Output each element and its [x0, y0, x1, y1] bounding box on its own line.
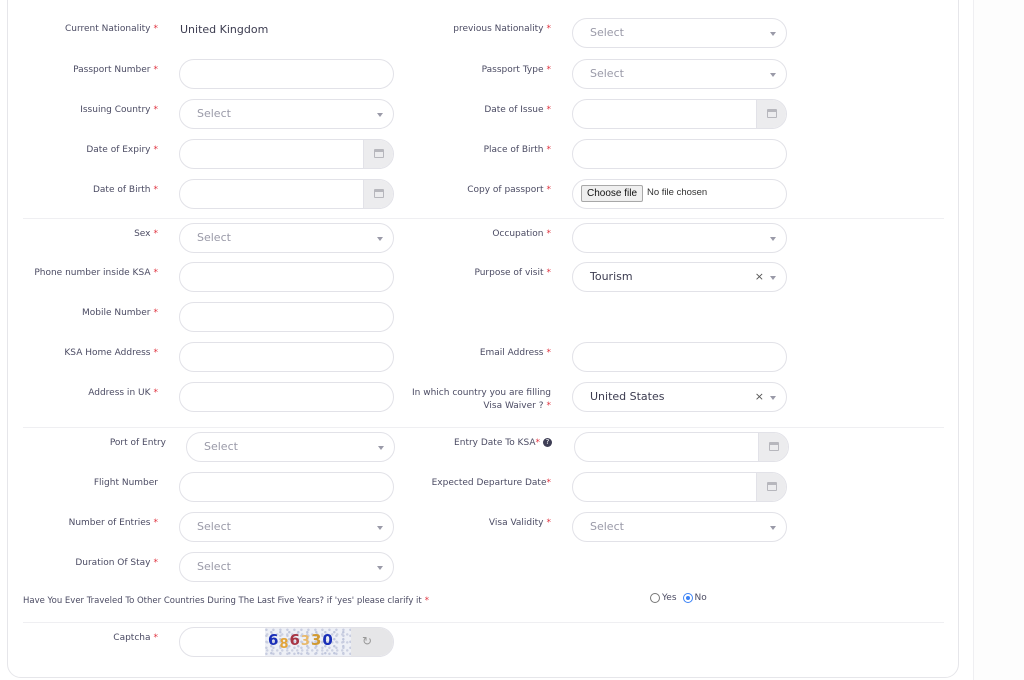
issuing-country-label: Issuing Country *	[80, 105, 158, 115]
clear-icon[interactable]: ×	[755, 270, 764, 283]
chevron-down-icon	[770, 73, 776, 77]
chevron-down-icon	[377, 237, 383, 241]
travel-question-radio-group: Yes No	[650, 593, 713, 603]
help-icon[interactable]: ?	[543, 438, 552, 447]
passport-type-label: Passport Type *	[481, 65, 551, 75]
port-of-entry-select[interactable]: Select	[186, 432, 395, 462]
expected-departure-input[interactable]	[572, 472, 787, 502]
place-of-birth-input[interactable]	[572, 139, 787, 169]
number-of-entries-select[interactable]: Select	[179, 512, 394, 542]
visa-validity-label: Visa Validity *	[488, 518, 551, 528]
chevron-down-icon	[770, 396, 776, 400]
occupation-select[interactable]	[572, 223, 787, 253]
mobile-number-label: Mobile Number *	[81, 308, 158, 318]
flight-number-input[interactable]	[179, 472, 394, 502]
visa-validity-select[interactable]: Select	[572, 512, 787, 542]
purpose-of-visit-select[interactable]: Tourism ×	[572, 262, 787, 292]
calendar-button[interactable]	[363, 180, 393, 208]
refresh-icon: ↻	[362, 634, 373, 648]
date-of-issue-label: Date of Issue *	[484, 105, 551, 115]
address-uk-label: Address in UK *	[88, 388, 158, 398]
date-of-expiry-label: Date of Expiry *	[86, 145, 158, 155]
address-uk-input[interactable]	[179, 382, 394, 412]
issuing-country-select[interactable]: Select	[179, 99, 394, 129]
passport-type-select[interactable]: Select	[572, 59, 787, 89]
captcha-image: 686330	[265, 628, 351, 656]
occupation-label: Occupation *	[492, 229, 551, 239]
section-divider	[23, 427, 944, 428]
phone-ksa-input[interactable]	[179, 262, 394, 292]
current-nationality-label: Current Nationality *	[64, 24, 158, 34]
side-panel	[973, 0, 1024, 680]
entry-date-input[interactable]	[574, 432, 789, 462]
sex-select[interactable]: Select	[179, 223, 394, 253]
calendar-icon	[769, 442, 779, 451]
clear-icon[interactable]: ×	[755, 390, 764, 403]
chevron-down-icon	[377, 566, 383, 570]
form-card	[7, 0, 959, 678]
chevron-down-icon	[770, 526, 776, 530]
chevron-down-icon	[770, 32, 776, 36]
section-divider	[23, 622, 944, 623]
copy-of-passport-label: Copy of passport *	[467, 185, 551, 195]
section-divider	[23, 218, 944, 219]
calendar-icon	[374, 189, 384, 198]
number-of-entries-label: Number of Entries *	[68, 518, 158, 528]
filing-country-select[interactable]: United States ×	[572, 382, 787, 412]
purpose-of-visit-label: Purpose of visit *	[474, 268, 551, 278]
calendar-button[interactable]	[756, 100, 786, 128]
calendar-button[interactable]	[363, 140, 393, 168]
yes-radio[interactable]	[650, 593, 660, 603]
ksa-home-address-input[interactable]	[179, 342, 394, 372]
captcha-input[interactable]: 686330 ↻	[179, 627, 394, 657]
email-address-input[interactable]	[572, 342, 787, 372]
chevron-down-icon	[377, 526, 383, 530]
email-address-label: Email Address *	[479, 348, 551, 358]
copy-of-passport-file: Choose file No file chosen	[572, 179, 787, 209]
travel-question-label: Have You Ever Traveled To Other Countrie…	[23, 596, 429, 606]
date-of-issue-input[interactable]	[572, 99, 787, 129]
no-radio[interactable]	[682, 593, 693, 603]
chevron-down-icon	[378, 446, 384, 450]
captcha-label: Captcha *	[113, 633, 158, 643]
duration-of-stay-label: Duration Of Stay *	[75, 558, 158, 568]
sex-label: Sex *	[134, 229, 158, 239]
place-of-birth-label: Place of Birth *	[483, 145, 551, 155]
passport-number-input[interactable]	[179, 59, 394, 89]
chevron-down-icon	[770, 276, 776, 280]
yes-radio-label[interactable]: Yes	[662, 593, 677, 603]
filing-country-label: In which country you are filling Visa Wa…	[412, 388, 551, 411]
calendar-button[interactable]	[758, 433, 788, 461]
calendar-icon	[767, 482, 777, 491]
calendar-icon	[767, 109, 777, 118]
current-nationality-value: United Kingdom	[180, 23, 269, 36]
port-of-entry-label: Port of Entry	[109, 438, 166, 448]
captcha-refresh-button[interactable]: ↻	[351, 628, 393, 656]
calendar-button[interactable]	[756, 473, 786, 501]
passport-number-label: Passport Number *	[73, 65, 158, 75]
phone-ksa-label: Phone number inside KSA *	[34, 268, 158, 278]
previous-nationality-label: previous Nationality *	[453, 24, 551, 34]
date-of-birth-label: Date of Birth *	[92, 185, 158, 195]
expected-departure-label: Expected Departure Date*	[431, 478, 551, 488]
date-of-expiry-input[interactable]	[179, 139, 394, 169]
mobile-number-input[interactable]	[179, 302, 394, 332]
no-radio-label[interactable]: No	[695, 593, 707, 603]
chevron-down-icon	[377, 113, 383, 117]
previous-nationality-select[interactable]: Select	[572, 18, 787, 48]
entry-date-label: Entry Date To KSA*?	[454, 437, 552, 450]
choose-file-button[interactable]: Choose file	[581, 185, 644, 202]
calendar-icon	[374, 149, 384, 158]
date-of-birth-input[interactable]	[179, 179, 394, 209]
file-status: No file chosen	[647, 187, 708, 198]
flight-number-label: Flight Number	[93, 478, 158, 488]
ksa-home-address-label: KSA Home Address *	[64, 348, 158, 358]
chevron-down-icon	[770, 237, 776, 241]
duration-of-stay-select[interactable]: Select	[179, 552, 394, 582]
